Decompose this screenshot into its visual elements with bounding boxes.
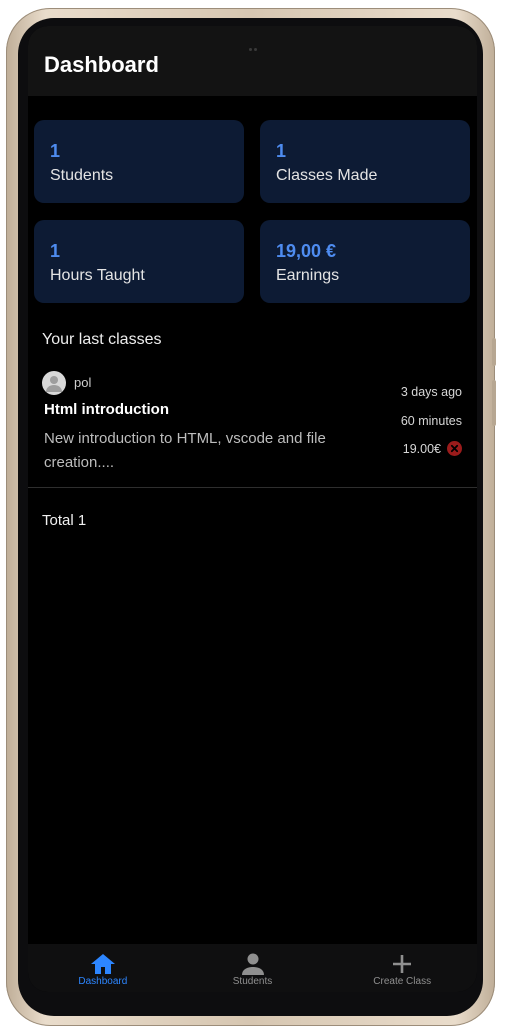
class-duration: 60 minutes (400, 414, 462, 428)
list-divider (28, 487, 477, 488)
class-list-item[interactable]: pol Html introduction New introduction t… (28, 371, 477, 488)
total-count: Total 1 (42, 512, 87, 529)
power-button (492, 380, 496, 426)
class-title: Html introduction (44, 401, 169, 418)
class-price: 19.00€ (402, 441, 441, 456)
stat-label: Hours Taught (50, 267, 145, 284)
stat-value: 1 (50, 141, 61, 161)
bottom-navigation: Dashboard Students Create Class (28, 944, 477, 992)
nav-item-create-class[interactable]: Create Class (327, 944, 477, 992)
nav-label: Create Class (373, 976, 432, 987)
plus-icon (393, 955, 412, 973)
cancel-circle-icon[interactable] (447, 441, 462, 456)
stat-value: 19,00 € (276, 241, 337, 261)
stat-card-hours-taught[interactable]: 1 Hours Taught (34, 220, 244, 303)
section-title: Your last classes (42, 331, 162, 348)
page-title: Dashboard (44, 52, 159, 77)
avatar (42, 371, 66, 395)
stat-label: Earnings (276, 267, 340, 284)
app-bar: Dashboard (28, 26, 477, 96)
stat-card-earnings[interactable]: 19,00 € Earnings (260, 220, 470, 303)
stat-value: 1 (50, 241, 61, 261)
nav-item-dashboard[interactable]: Dashboard (28, 944, 178, 992)
stat-card-students[interactable]: 1 Students (34, 120, 244, 203)
person-icon (241, 953, 264, 975)
class-description: New introduction to HTML, vscode and fil… (44, 430, 326, 471)
class-price-row: 19.00€ (403, 441, 462, 456)
stat-label: Classes Made (276, 167, 378, 184)
nav-label: Dashboard (78, 976, 128, 987)
stat-card-classes-made[interactable]: 1 Classes Made (260, 120, 470, 203)
app-screen: Dashboard 1 Students 1 Classes Made 1 Ho… (28, 26, 477, 992)
nav-label: Students (232, 976, 273, 987)
front-camera (248, 48, 258, 52)
class-author: pol (74, 375, 92, 390)
stat-label: Students (50, 167, 114, 184)
stat-value: 1 (276, 141, 287, 161)
nav-item-students[interactable]: Students (178, 944, 328, 992)
person-icon (46, 376, 62, 392)
class-time-ago: 3 days ago (400, 385, 462, 399)
volume-button (492, 338, 496, 366)
home-icon (90, 954, 115, 974)
